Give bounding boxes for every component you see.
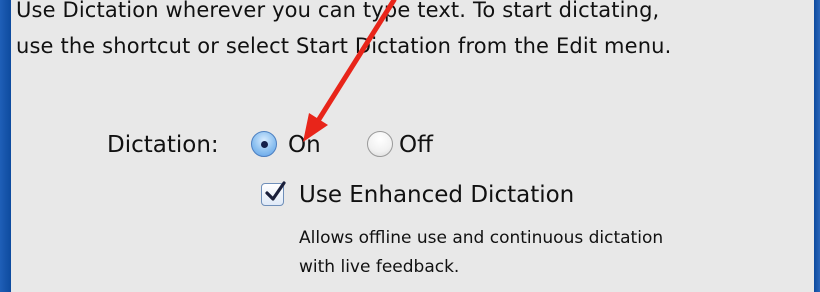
dictation-preferences-panel: Use Dictation wherever you can type text… (11, 0, 814, 292)
window-frame-right (814, 0, 820, 292)
description-line: use the shortcut or select Start Dictati… (16, 34, 672, 58)
dictation-on-radio[interactable] (251, 131, 277, 157)
dictation-off-radio[interactable] (367, 131, 393, 157)
description-line: Use Dictation wherever you can type text… (16, 0, 660, 22)
window-frame-left (0, 0, 11, 292)
enhanced-dictation-help: Allows offline use and continuous dictat… (299, 224, 799, 282)
dictation-label: Dictation: (107, 132, 219, 158)
enhanced-dictation-checkbox[interactable] (261, 181, 286, 206)
dictation-on-label[interactable]: On (288, 130, 321, 160)
enhanced-dictation-label[interactable]: Use Enhanced Dictation (299, 180, 574, 210)
help-line: with live feedback. (299, 257, 460, 277)
description-text: Use Dictation wherever you can type text… (16, 0, 671, 64)
dictation-off-label[interactable]: Off (399, 130, 433, 160)
checkmark-icon (265, 181, 286, 201)
help-line: Allows offline use and continuous dictat… (299, 228, 664, 248)
